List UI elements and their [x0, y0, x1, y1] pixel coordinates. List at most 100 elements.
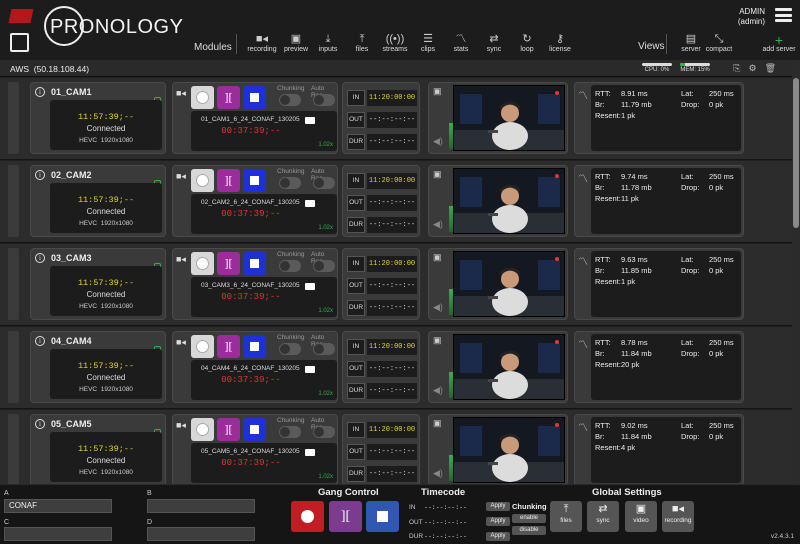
module-recording[interactable]: ■◂ recording	[244, 33, 280, 53]
info-icon[interactable]: i	[35, 87, 45, 97]
split-button[interactable]: ][	[217, 335, 240, 358]
preview-icon[interactable]: ▣	[433, 169, 442, 180]
record-button[interactable]	[191, 335, 214, 358]
info-icon[interactable]: i	[35, 419, 45, 429]
module-loop[interactable]: ↻ loop	[509, 33, 545, 53]
preview-icon[interactable]: ▣	[433, 86, 442, 97]
record-button[interactable]	[191, 418, 214, 441]
split-button[interactable]: ][	[217, 86, 240, 109]
drag-handle[interactable]	[8, 82, 19, 154]
record-button[interactable]	[191, 169, 214, 192]
tc-in-value[interactable]: --:--:--:--	[424, 504, 467, 511]
module-license[interactable]: ⚷ license	[542, 33, 578, 53]
apply-in-button[interactable]: Apply	[486, 502, 510, 511]
gear-icon[interactable]: ⚙	[748, 63, 756, 74]
stop-button[interactable]	[243, 252, 266, 275]
view-compact[interactable]: ⤡ compact	[701, 33, 737, 53]
field-a-input[interactable]: CONAF	[4, 499, 112, 513]
chunking-enable-button[interactable]: enable	[512, 514, 546, 523]
gang-stop-button[interactable]	[366, 501, 399, 532]
dur-timecode[interactable]: --:--:--:--	[367, 466, 417, 482]
preview-icon[interactable]: ▣	[433, 335, 442, 346]
out-timecode[interactable]: --:--:--:--	[367, 361, 417, 377]
chunking-toggle[interactable]	[279, 426, 301, 438]
scrollbar[interactable]	[792, 60, 800, 484]
stop-button[interactable]	[243, 86, 266, 109]
chunking-disable-button[interactable]: disable	[512, 526, 546, 535]
in-timecode[interactable]: 11:20:00:00	[367, 256, 417, 272]
split-button[interactable]: ][	[217, 169, 240, 192]
video-preview[interactable]	[453, 334, 565, 400]
info-icon[interactable]: i	[35, 336, 45, 346]
dur-timecode[interactable]: --:--:--:--	[367, 300, 417, 316]
global-sync-button[interactable]: ⇄ sync	[587, 501, 619, 532]
drag-handle[interactable]	[8, 248, 19, 320]
select-all-checkbox[interactable]	[10, 33, 29, 52]
global-video-button[interactable]: ▣ video	[625, 501, 657, 532]
out-timecode[interactable]: --:--:--:--	[367, 444, 417, 460]
stop-button[interactable]	[243, 335, 266, 358]
hamburger-menu-icon[interactable]	[775, 8, 792, 22]
speaker-icon[interactable]: ◀)	[433, 219, 443, 230]
apply-out-button[interactable]: Apply	[486, 517, 510, 526]
split-button[interactable]: ][	[217, 418, 240, 441]
video-preview[interactable]	[453, 168, 565, 234]
global-recording-button[interactable]: ■◂ recording	[662, 501, 694, 532]
module-inputs[interactable]: ⤓ inputs	[310, 33, 346, 53]
out-timecode[interactable]: --:--:--:--	[367, 112, 417, 128]
module-stats[interactable]: 〽 stats	[443, 33, 479, 53]
preview-icon[interactable]: ▣	[433, 418, 442, 429]
dur-timecode[interactable]: --:--:--:--	[367, 134, 417, 150]
dur-timecode[interactable]: --:--:--:--	[367, 217, 417, 233]
drag-handle[interactable]	[8, 165, 19, 237]
split-button[interactable]: ][	[217, 252, 240, 275]
field-c-input[interactable]	[4, 527, 112, 541]
speaker-icon[interactable]: ◀)	[433, 385, 443, 396]
module-files[interactable]: ⤒ files	[344, 33, 380, 53]
field-b-input[interactable]	[147, 499, 255, 513]
video-preview[interactable]	[453, 85, 565, 151]
in-timecode[interactable]: 11:20:00:00	[367, 339, 417, 355]
apply-dur-button[interactable]: Apply	[486, 532, 510, 541]
chunking-toggle[interactable]	[279, 343, 301, 355]
module-clips[interactable]: ☰ clips	[410, 33, 446, 53]
gang-split-button[interactable]: ][	[329, 501, 362, 532]
autorec-toggle[interactable]	[313, 426, 335, 438]
record-button[interactable]	[191, 252, 214, 275]
info-icon[interactable]: i	[35, 170, 45, 180]
autorec-toggle[interactable]	[313, 177, 335, 189]
export-icon[interactable]: ⎘	[733, 63, 740, 74]
scrollbar-thumb[interactable]	[793, 78, 799, 228]
gang-record-button[interactable]	[291, 501, 324, 532]
drag-handle[interactable]	[8, 414, 19, 484]
module-sync[interactable]: ⇄ sync	[476, 33, 512, 53]
chunking-toggle[interactable]	[279, 94, 301, 106]
chunking-toggle[interactable]	[279, 260, 301, 272]
autorec-toggle[interactable]	[313, 94, 335, 106]
tc-dur-value[interactable]: --:--:--:--	[424, 533, 467, 540]
in-timecode[interactable]: 11:20:00:00	[367, 422, 417, 438]
preview-icon[interactable]: ▣	[433, 252, 442, 263]
stop-button[interactable]	[243, 418, 266, 441]
global-files-button[interactable]: ⤒ files	[550, 501, 582, 532]
speaker-icon[interactable]: ◀)	[433, 302, 443, 313]
autorec-toggle[interactable]	[313, 260, 335, 272]
video-preview[interactable]	[453, 417, 565, 483]
module-preview[interactable]: ▣ preview	[278, 33, 314, 53]
autorec-toggle[interactable]	[313, 343, 335, 355]
info-icon[interactable]: i	[35, 253, 45, 263]
speaker-icon[interactable]: ◀)	[433, 468, 443, 479]
stop-button[interactable]	[243, 169, 266, 192]
speaker-icon[interactable]: ◀)	[433, 136, 443, 147]
record-button[interactable]	[191, 86, 214, 109]
drag-handle[interactable]	[8, 331, 19, 403]
add-server-button[interactable]: + add server	[762, 33, 796, 53]
out-timecode[interactable]: --:--:--:--	[367, 195, 417, 211]
field-d-input[interactable]	[147, 527, 255, 541]
tc-out-value[interactable]: --:--:--:--	[424, 519, 467, 526]
in-timecode[interactable]: 11:20:00:00	[367, 173, 417, 189]
user-menu[interactable]: ADMIN (admin)	[738, 7, 765, 27]
video-preview[interactable]	[453, 251, 565, 317]
out-timecode[interactable]: --:--:--:--	[367, 278, 417, 294]
trash-icon[interactable]: 🗑	[765, 63, 776, 74]
